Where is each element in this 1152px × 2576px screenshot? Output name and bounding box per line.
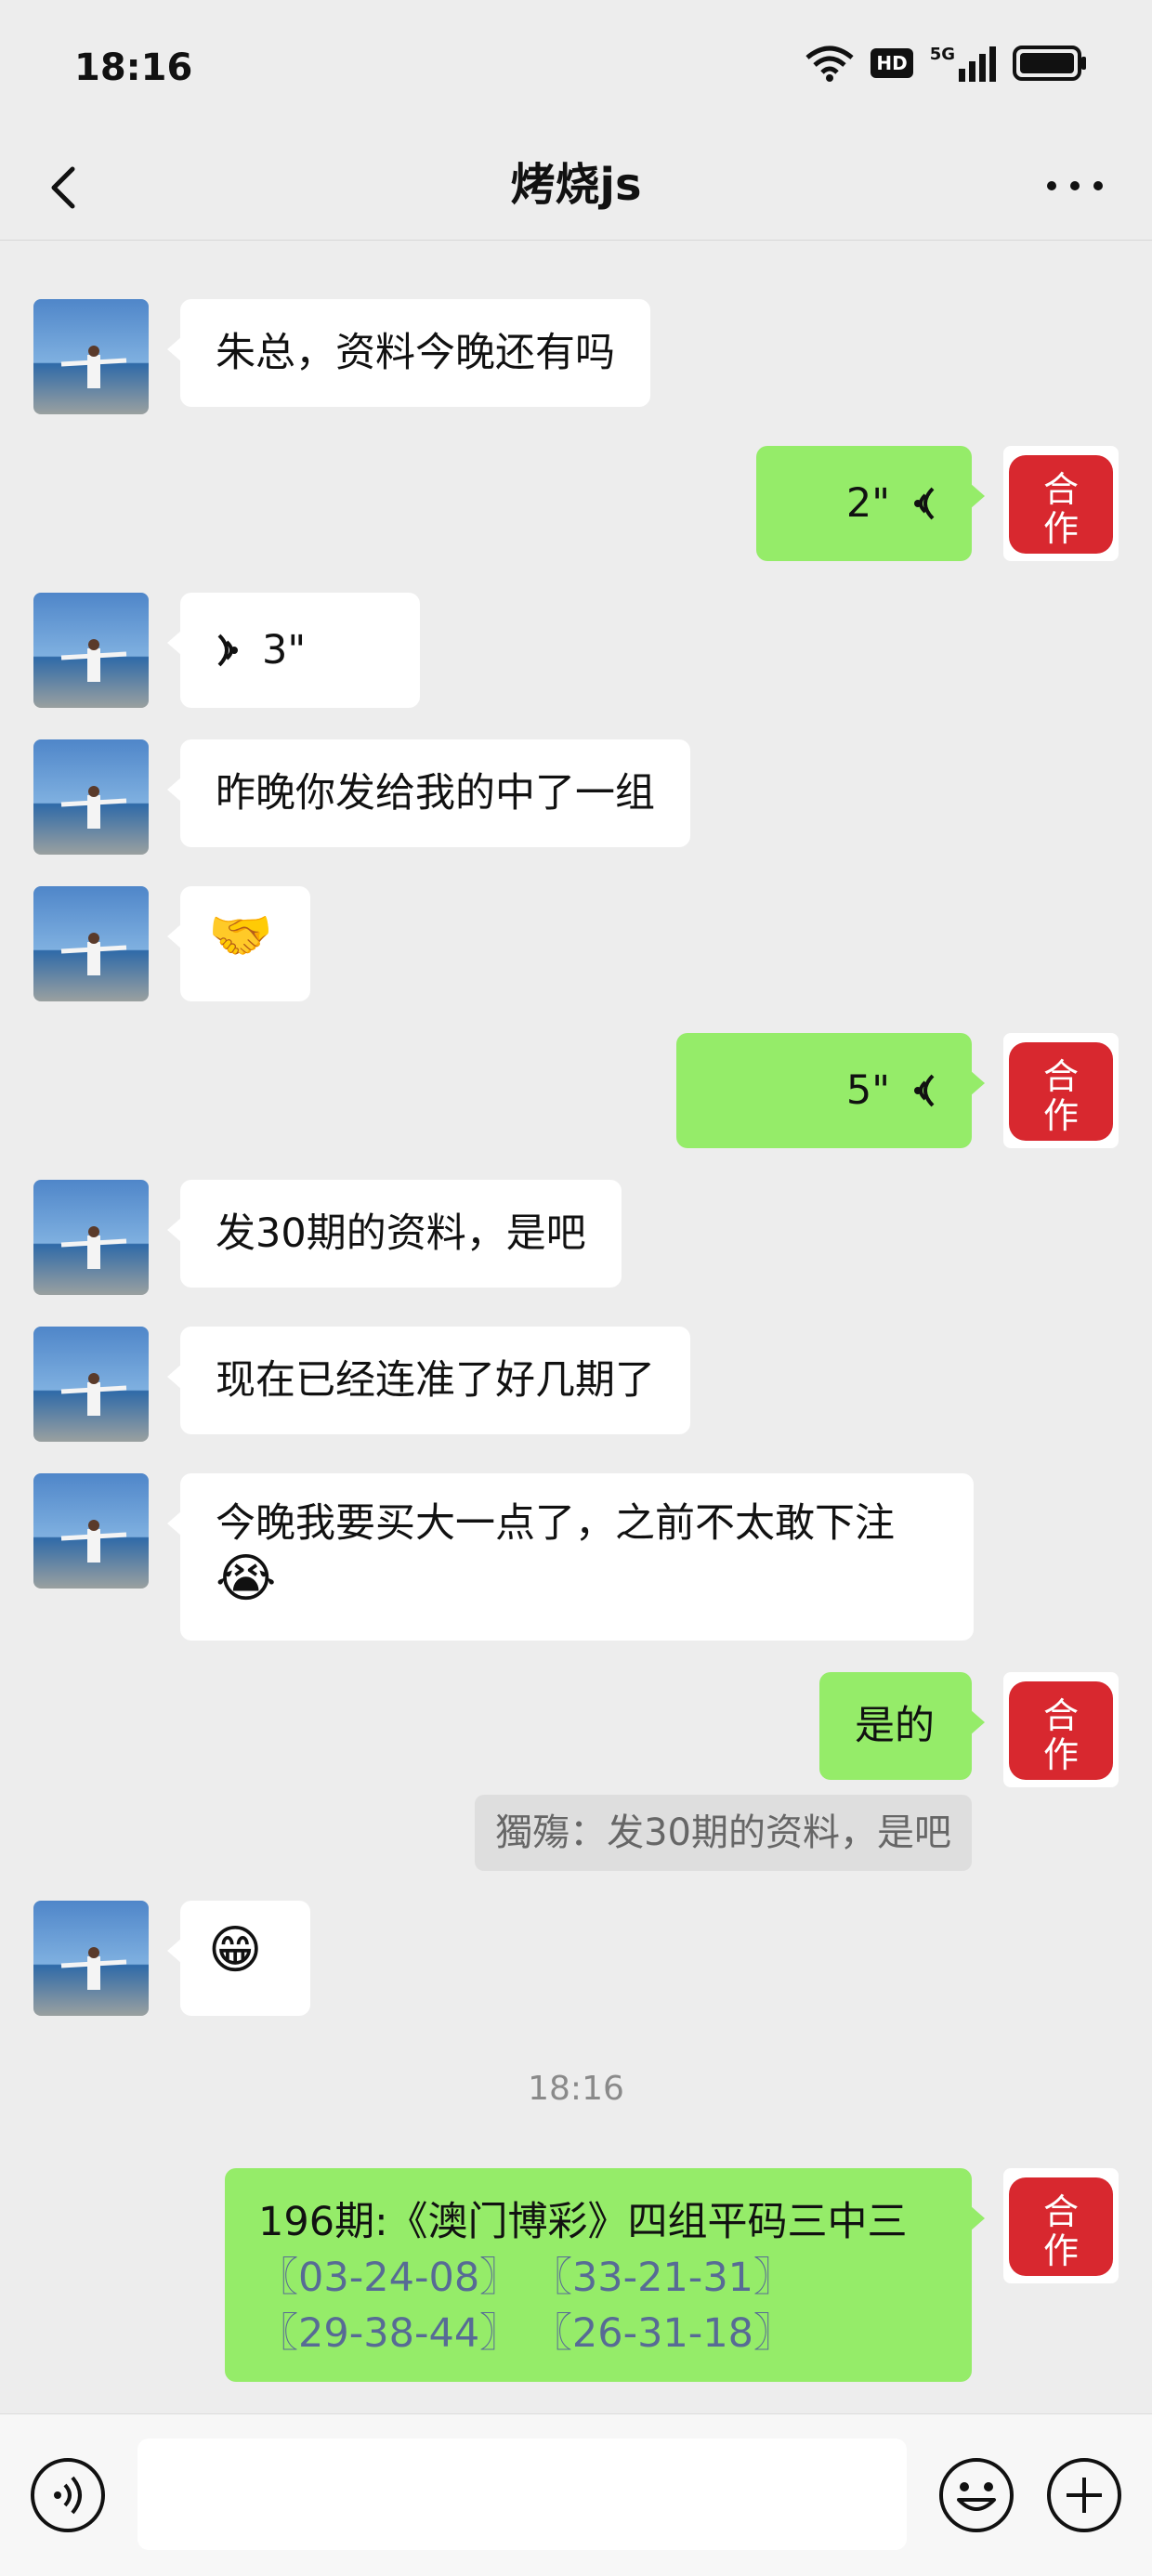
status-time: 18:16 — [74, 46, 193, 89]
contact-avatar[interactable] — [33, 1327, 149, 1442]
message-list[interactable]: 朱总，资料今晚还有吗 合作 2" 3" 昨晚你发给我的中了一组 🤝 合作 5" — [0, 240, 1152, 2413]
crying-emoji: 😭 — [216, 1549, 277, 1609]
battery-icon — [1013, 46, 1086, 81]
contact-avatar[interactable] — [33, 1473, 149, 1589]
handshake-emoji: 🤝 — [208, 906, 273, 966]
status-bar: 18:16 HD 5G — [0, 0, 1152, 137]
message-text: 是的 — [855, 1703, 935, 1749]
svg-text:作: 作 — [1043, 1095, 1079, 1136]
contact-avatar[interactable] — [33, 299, 149, 414]
message-bubble[interactable]: 朱总，资料今晚还有吗 — [167, 299, 650, 407]
svg-text:合: 合 — [1043, 1056, 1079, 1097]
wifi-icon — [805, 46, 854, 82]
self-avatar[interactable]: 合作 — [1003, 446, 1119, 561]
more-dots-icon[interactable] — [1042, 158, 1107, 214]
number-link[interactable]: 〖29-38-44〗 — [258, 2310, 519, 2357]
contact-avatar[interactable] — [33, 886, 149, 1001]
svg-text:合: 合 — [1043, 2191, 1079, 2232]
message-text: 现在已经连准了好几期了 — [216, 1357, 655, 1404]
signal-icon: 5G — [930, 45, 996, 82]
message-bubble[interactable]: 今晚我要买大一点了，之前不太敢下注 😭 — [167, 1473, 974, 1641]
voice-wave-icon — [217, 634, 238, 667]
voice-duration: 2" — [845, 480, 890, 527]
input-bar — [0, 2413, 1152, 2576]
number-link[interactable]: 〖26-31-18〗 — [532, 2310, 793, 2357]
message-text: 今晚我要买大一点了，之前不太敢下注 — [216, 1500, 895, 1547]
svg-text:作: 作 — [1043, 2230, 1079, 2271]
contact-avatar[interactable] — [33, 739, 149, 855]
svg-text:作: 作 — [1043, 508, 1079, 549]
plus-icon[interactable] — [1044, 2455, 1124, 2535]
voice-message[interactable]: 3" — [167, 593, 420, 708]
contact-avatar[interactable] — [33, 1901, 149, 2016]
emoji-message[interactable]: 🤝 — [167, 886, 310, 1001]
emoji-message[interactable]: 😁 — [167, 1901, 310, 2016]
link-row: 〖03-24-08〗 〖33-21-31〗 — [258, 2250, 938, 2306]
message-timestamp: 18:16 — [528, 2070, 624, 2108]
smiley-icon[interactable] — [936, 2455, 1016, 2535]
number-link[interactable]: 〖03-24-08〗 — [258, 2255, 519, 2301]
self-avatar[interactable]: 合作 — [1003, 1672, 1119, 1787]
self-avatar[interactable]: 合作 — [1003, 2168, 1119, 2283]
voice-toggle-icon[interactable] — [28, 2455, 108, 2535]
voice-message[interactable]: 2" — [756, 446, 985, 561]
voice-duration: 3" — [262, 627, 307, 673]
svg-text:合: 合 — [1043, 1695, 1079, 1736]
self-avatar[interactable]: 合作 — [1003, 1033, 1119, 1148]
svg-text:作: 作 — [1043, 1734, 1079, 1775]
contact-avatar[interactable] — [33, 1180, 149, 1295]
quote-text: 獨殤：发30期的资料，是吧 — [495, 1811, 951, 1854]
chat-title: 烤烧js — [510, 159, 642, 211]
network-label: 5G — [929, 45, 955, 64]
link-row: 〖29-38-44〗 〖26-31-18〗 — [258, 2306, 938, 2361]
voice-wave-icon — [914, 487, 935, 520]
status-icons: HD 5G — [805, 45, 1087, 82]
hd-badge: HD — [871, 48, 913, 78]
voice-duration: 5" — [845, 1067, 890, 1114]
message-text: 朱总，资料今晚还有吗 — [216, 330, 615, 376]
message-input[interactable] — [137, 2439, 907, 2550]
message-bubble[interactable]: 是的 — [819, 1672, 985, 1780]
voice-wave-icon — [914, 1074, 935, 1107]
message-text: 196期:《澳门博彩》四组平码三中三 — [258, 2199, 908, 2245]
quoted-message[interactable]: 獨殤：发30期的资料，是吧 — [475, 1795, 972, 1871]
message-bubble[interactable]: 196期:《澳门博彩》四组平码三中三 〖03-24-08〗 〖33-21-31〗… — [225, 2168, 985, 2382]
contact-avatar[interactable] — [33, 593, 149, 708]
message-text: 昨晚你发给我的中了一组 — [216, 770, 655, 817]
number-link[interactable]: 〖33-21-31〗 — [532, 2255, 793, 2301]
svg-text:合: 合 — [1043, 469, 1079, 510]
message-text: 发30期的资料，是吧 — [216, 1210, 586, 1257]
grin-emoji: 😁 — [208, 1920, 263, 1981]
message-bubble[interactable]: 发30期的资料，是吧 — [167, 1180, 622, 1288]
message-bubble[interactable]: 现在已经连准了好几期了 — [167, 1327, 690, 1434]
voice-message[interactable]: 5" — [676, 1033, 985, 1148]
chat-header: 烤烧js — [0, 130, 1152, 241]
message-bubble[interactable]: 昨晚你发给我的中了一组 — [167, 739, 690, 847]
